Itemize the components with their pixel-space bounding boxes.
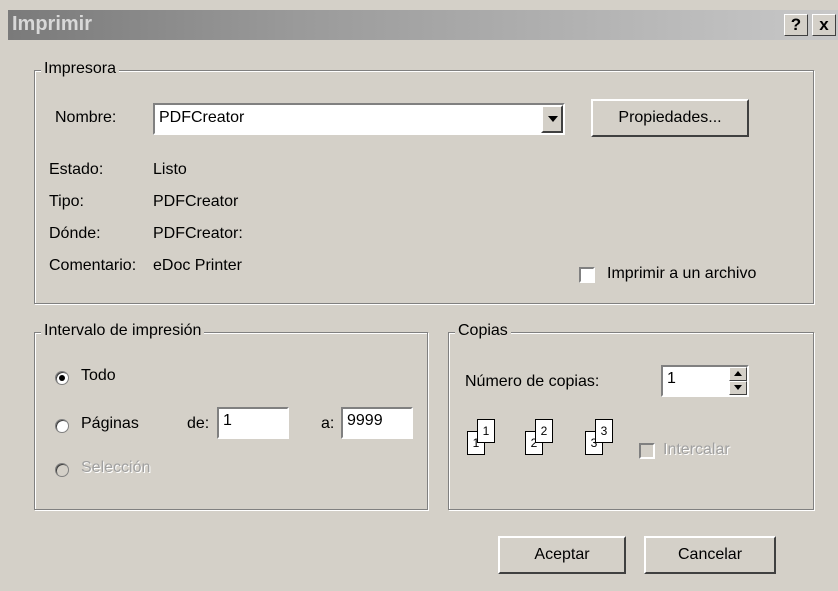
copies-group: Copias Número de copias: 1 1 1 2 2 3 3 I… bbox=[448, 322, 814, 510]
status-label: Estado: bbox=[49, 161, 104, 178]
collate-label: Intercalar bbox=[663, 441, 730, 458]
collate-icon: 1 1 2 2 3 3 bbox=[467, 419, 667, 469]
arrow-up-icon bbox=[734, 371, 742, 376]
ok-button[interactable]: Aceptar bbox=[498, 536, 626, 574]
copies-count-label: Número de copias: bbox=[465, 373, 600, 390]
printer-name-dropdown[interactable]: PDFCreator bbox=[153, 103, 565, 135]
range-to-label: a: bbox=[321, 415, 335, 432]
spin-down-button[interactable] bbox=[729, 381, 747, 395]
range-pages-radio[interactable] bbox=[55, 419, 69, 433]
printer-legend: Impresora bbox=[41, 60, 120, 78]
print-range-group: Intervalo de impresión Todo Páginas de: … bbox=[34, 322, 428, 510]
copies-count-spinner[interactable]: 1 bbox=[661, 365, 749, 397]
window-title: Imprimir bbox=[12, 13, 93, 35]
collate-page-2-front: 2 bbox=[535, 419, 553, 443]
print-to-file-checkbox[interactable] bbox=[579, 267, 595, 283]
range-selection-label: Selección bbox=[81, 459, 151, 476]
range-to-value: 9999 bbox=[347, 412, 383, 429]
collate-page-3-front: 3 bbox=[595, 419, 613, 443]
chevron-down-icon bbox=[548, 116, 558, 122]
range-from-value: 1 bbox=[223, 412, 232, 429]
printer-name-value: PDFCreator bbox=[159, 109, 245, 126]
cancel-button[interactable]: Cancelar bbox=[644, 536, 776, 574]
radio-selected-dot bbox=[59, 375, 65, 381]
range-selection-radio[interactable] bbox=[55, 463, 69, 477]
printer-name-label: Nombre: bbox=[55, 109, 117, 126]
printer-group: Impresora Nombre: PDFCreator Propiedades… bbox=[34, 60, 814, 304]
dropdown-arrow-button[interactable] bbox=[541, 105, 563, 133]
title-bar: Imprimir ? x bbox=[8, 10, 838, 40]
status-value: Listo bbox=[153, 161, 187, 178]
copies-spin-buttons[interactable] bbox=[729, 367, 747, 395]
help-button[interactable]: ? bbox=[784, 14, 808, 36]
collate-page-1-front: 1 bbox=[477, 419, 495, 443]
where-value: PDFCreator: bbox=[153, 225, 243, 242]
range-all-radio[interactable] bbox=[55, 371, 69, 385]
arrow-down-icon bbox=[734, 385, 742, 390]
print-range-legend: Intervalo de impresión bbox=[41, 322, 205, 340]
range-from-label: de: bbox=[187, 415, 210, 432]
where-label: Dónde: bbox=[49, 225, 101, 242]
print-dialog: Imprimir ? x Impresora Nombre: PDFCreato… bbox=[0, 0, 838, 591]
spin-up-button[interactable] bbox=[729, 367, 747, 381]
collate-checkbox[interactable] bbox=[639, 443, 655, 459]
properties-button[interactable]: Propiedades... bbox=[591, 99, 749, 137]
range-from-input[interactable]: 1 bbox=[217, 407, 289, 439]
range-pages-label[interactable]: Páginas bbox=[81, 415, 139, 433]
copies-legend: Copias bbox=[455, 322, 511, 340]
dialog-body: Impresora Nombre: PDFCreator Propiedades… bbox=[8, 40, 838, 591]
range-all-label[interactable]: Todo bbox=[81, 367, 116, 385]
copies-count-value: 1 bbox=[667, 370, 676, 387]
type-label: Tipo: bbox=[49, 193, 84, 210]
comment-value: eDoc Printer bbox=[153, 257, 242, 274]
type-value: PDFCreator bbox=[153, 193, 239, 210]
print-to-file-label[interactable]: Imprimir a un archivo bbox=[607, 265, 756, 283]
range-to-input[interactable]: 9999 bbox=[341, 407, 413, 439]
close-button[interactable]: x bbox=[812, 14, 836, 36]
comment-label: Comentario: bbox=[49, 257, 137, 274]
